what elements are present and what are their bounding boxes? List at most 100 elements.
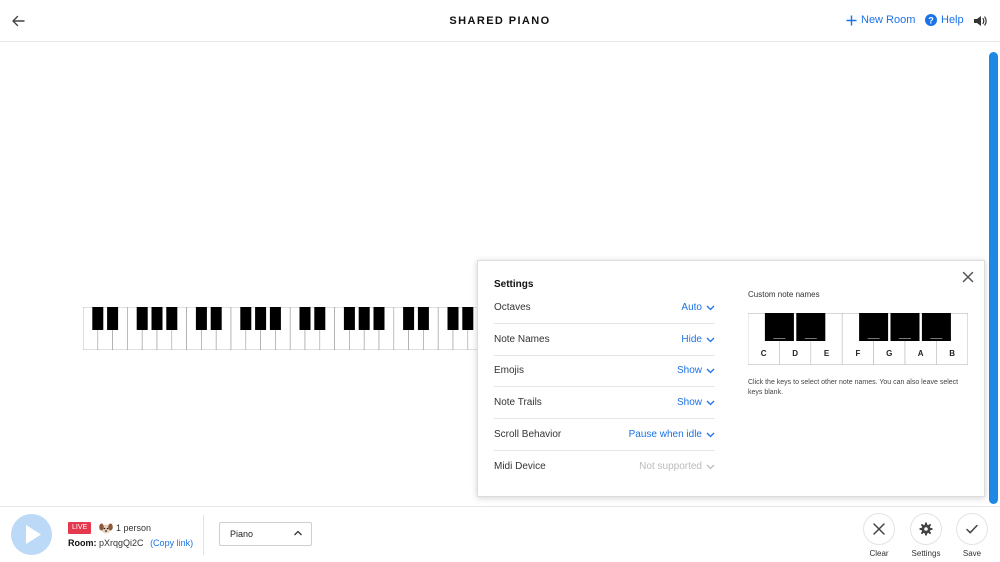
gear-icon <box>919 522 933 536</box>
save-label: Save <box>962 549 982 558</box>
room-code: pXrqgQi2C <box>99 538 144 548</box>
chevron-up-icon <box>294 530 302 536</box>
settings-panel: Settings Octaves Auto Note Names Hide Emojis… <box>477 260 985 497</box>
new-room-label: New Room <box>861 14 916 26</box>
black-key[interactable] <box>240 307 252 330</box>
save-button[interactable]: Save <box>955 513 989 558</box>
settings-row: Note Names Hide <box>494 324 715 356</box>
setting-dropdown[interactable]: Show <box>677 397 715 408</box>
setting-dropdown[interactable]: Pause when idle <box>629 429 715 440</box>
instrument-value: Piano <box>230 529 254 539</box>
chevron-down-icon <box>706 400 715 406</box>
chevron-down-icon <box>706 432 715 438</box>
divider <box>203 515 204 555</box>
note-name-label: E <box>824 349 830 358</box>
settings-row: Midi Device Not supported <box>494 451 715 483</box>
play-button[interactable] <box>11 514 52 555</box>
black-key[interactable] <box>136 307 148 330</box>
clear-button[interactable]: Clear <box>862 513 896 558</box>
svg-text:?: ? <box>928 15 934 25</box>
black-key[interactable] <box>269 307 281 330</box>
black-key[interactable] <box>92 307 104 330</box>
note-name-keyboard[interactable]: C D E F G A B ___ ___ ___ ___ ___ <box>748 313 968 365</box>
black-key[interactable] <box>299 307 311 330</box>
help-label: Help <box>941 14 964 26</box>
note-names-hint: Click the keys to select other note name… <box>748 379 959 396</box>
chevron-down-icon <box>706 337 715 343</box>
black-key[interactable] <box>462 307 474 330</box>
black-key-name: ___ <box>804 332 817 339</box>
setting-value: Show <box>676 397 702 409</box>
top-bar: SHARED PIANO New Room ? Help <box>0 0 1000 42</box>
black-key[interactable] <box>107 307 119 330</box>
check-icon <box>966 524 978 534</box>
settings-row: Emojis Show <box>494 356 715 388</box>
custom-note-names-title: Custom note names <box>748 290 820 299</box>
scrollbar[interactable] <box>989 52 998 504</box>
copy-link[interactable]: (Copy link) <box>150 538 193 548</box>
black-key[interactable] <box>195 307 207 330</box>
people-count: 1 person <box>116 523 152 533</box>
chevron-down-icon <box>706 464 715 470</box>
live-badge: LIVE <box>68 522 92 534</box>
help-icon: ? <box>925 14 937 26</box>
setting-label: Octaves <box>494 301 531 313</box>
room-info: Room: pXrqgQi2C (Copy link) <box>68 538 193 548</box>
settings-title: Settings <box>494 279 534 290</box>
setting-dropdown: Not supported <box>639 461 715 472</box>
black-key[interactable] <box>447 307 459 330</box>
setting-label: Midi Device <box>494 461 546 473</box>
settings-label: Settings <box>911 549 941 558</box>
close-icon[interactable] <box>960 269 976 285</box>
note-name-label: D <box>792 349 798 358</box>
black-key[interactable] <box>151 307 163 330</box>
black-key-name: ___ <box>898 332 911 339</box>
settings-row: Scroll Behavior Pause when idle <box>494 419 715 451</box>
note-name-label: G <box>886 349 892 358</box>
black-key[interactable] <box>314 307 326 330</box>
black-key-name: ___ <box>930 332 943 339</box>
note-name-label: B <box>949 349 955 358</box>
clear-icon <box>873 523 885 535</box>
setting-value: Hide <box>681 333 702 345</box>
setting-dropdown[interactable]: Auto <box>681 302 715 313</box>
setting-value: Pause when idle <box>628 429 702 441</box>
setting-label: Note Names <box>494 333 550 345</box>
setting-value: Auto <box>681 301 702 313</box>
room-label: Room: <box>68 538 97 548</box>
black-key[interactable] <box>358 307 370 330</box>
setting-dropdown[interactable]: Show <box>677 365 715 376</box>
setting-dropdown[interactable]: Hide <box>681 334 715 345</box>
new-room-button[interactable]: New Room <box>846 14 915 26</box>
chevron-down-icon <box>706 369 715 374</box>
note-name-label: F <box>855 349 860 358</box>
black-key[interactable] <box>255 307 267 330</box>
settings-row: Note Trails Show <box>494 387 715 420</box>
chevron-down-icon <box>706 305 715 311</box>
black-key[interactable] <box>403 307 415 330</box>
setting-value: Not supported <box>639 461 702 473</box>
setting-value: Show <box>676 365 702 377</box>
piano-keyboard[interactable] <box>83 307 483 350</box>
settings-button[interactable]: Settings <box>909 513 943 558</box>
help-button[interactable]: ? Help <box>925 14 964 26</box>
settings-list: Octaves Auto Note Names Hide Emojis Show Note … <box>494 292 715 483</box>
black-key[interactable] <box>166 307 178 330</box>
speaker-icon[interactable] <box>972 13 988 29</box>
settings-row: Octaves Auto <box>494 292 715 324</box>
setting-label: Emojis <box>494 365 525 377</box>
black-key[interactable] <box>343 307 355 330</box>
play-icon <box>26 525 41 544</box>
note-name-label: C <box>761 349 767 358</box>
instrument-select[interactable]: Piano <box>219 522 312 546</box>
clear-label: Clear <box>869 549 889 558</box>
black-key-name: ___ <box>867 332 880 339</box>
setting-label: Note Trails <box>494 397 542 409</box>
bottom-bar: LIVE 1 person Room: pXrqgQi2C (Copy link… <box>0 506 1000 562</box>
black-key[interactable] <box>373 307 385 330</box>
setting-label: Scroll Behavior <box>494 429 562 441</box>
black-key[interactable] <box>417 307 429 330</box>
note-name-label: A <box>918 349 924 358</box>
black-key[interactable] <box>210 307 222 330</box>
black-key-name: ___ <box>773 332 786 339</box>
